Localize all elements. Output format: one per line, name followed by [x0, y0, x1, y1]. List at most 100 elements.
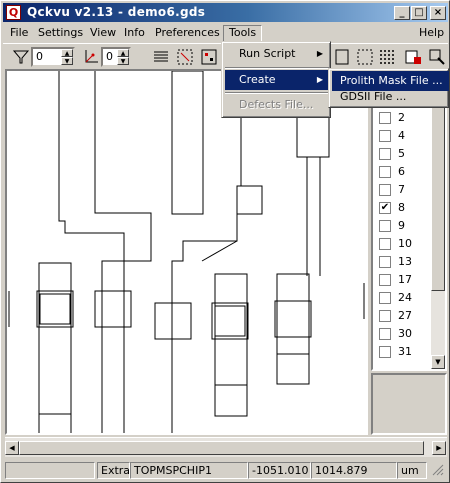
layer-row[interactable]: 4: [377, 127, 431, 145]
title-bar[interactable]: Q Qckvu v2.13 - demo6.gds _ □ ×: [3, 3, 448, 22]
layer-label: 27: [398, 309, 412, 322]
submenu-arrow-icon: ▶: [316, 75, 323, 84]
layer-checkbox[interactable]: [379, 238, 391, 250]
layer-row[interactable]: 6: [377, 163, 431, 181]
layer-panel: 2 4 5 6 7 ✔ 8 9 10 13 17 24 27 30 31 ▼: [371, 69, 447, 371]
layer-label: 10: [398, 237, 412, 250]
layer-scrollbar[interactable]: ▼: [431, 71, 445, 369]
layer-checkbox[interactable]: [379, 256, 391, 268]
layer-row[interactable]: 2: [377, 109, 431, 127]
dot-grid-icon[interactable]: [377, 47, 397, 67]
layer-checkbox[interactable]: ✔: [379, 202, 391, 214]
submenu-arrow-icon: ▶: [316, 49, 323, 58]
menu-separator: [225, 92, 329, 94]
layer-label: 9: [398, 219, 405, 232]
layer-row[interactable]: 17: [377, 271, 431, 289]
menu-view[interactable]: View: [85, 25, 121, 42]
spin-down-button[interactable]: ▼: [117, 57, 129, 65]
layer-checkbox[interactable]: [379, 130, 391, 142]
layer-row[interactable]: 13: [377, 253, 431, 271]
layer-checkbox[interactable]: [379, 310, 391, 322]
menu-file[interactable]: File: [5, 25, 33, 42]
layer-checkbox[interactable]: [379, 166, 391, 178]
minimize-button[interactable]: _: [394, 6, 410, 20]
layer-row[interactable]: 9: [377, 217, 431, 235]
layer-label: 17: [398, 273, 412, 286]
export-icon[interactable]: [403, 47, 423, 67]
horizontal-scrollbar[interactable]: ◀ ▶: [5, 437, 447, 457]
layer-checkbox[interactable]: [379, 274, 391, 286]
scroll-left-button[interactable]: ◀: [5, 441, 19, 455]
close-button[interactable]: ×: [430, 6, 446, 20]
layer-row[interactable]: 27: [377, 307, 431, 325]
spin-up-button[interactable]: ▲: [117, 49, 129, 57]
spinner-value: 0: [36, 50, 43, 63]
zoom-icon[interactable]: [427, 47, 447, 67]
layer-checkbox[interactable]: [379, 148, 391, 160]
layer-row[interactable]: 10: [377, 235, 431, 253]
menu-create-label: Create: [239, 73, 276, 86]
menu-run-script-label: Run Script: [239, 47, 296, 60]
menu-create[interactable]: Create ▶: [225, 70, 329, 90]
layer-row[interactable]: ✔ 8: [377, 199, 431, 217]
layers-icon[interactable]: [151, 47, 171, 67]
layer-label: 30: [398, 327, 412, 340]
layer-panel-footer: [371, 373, 447, 435]
axis-icon[interactable]: [81, 47, 101, 67]
spin-down-button[interactable]: ▼: [61, 57, 73, 65]
depth-spinner[interactable]: 0 ▲ ▼: [101, 47, 131, 67]
layer-label: 4: [398, 129, 405, 142]
menu-defects-file: Defects File...: [239, 98, 314, 111]
layout-canvas[interactable]: [5, 69, 368, 435]
layer-label: 8: [398, 201, 405, 214]
scroll-thumb[interactable]: [19, 441, 424, 455]
menu-settings[interactable]: Settings: [33, 25, 88, 42]
menu-preferences[interactable]: Preferences: [150, 25, 225, 42]
status-cell-name: TOPMSPCHIP1: [130, 462, 248, 479]
spinner-value: 0: [106, 50, 113, 63]
layer-label: 31: [398, 345, 412, 358]
layer-checkbox[interactable]: [379, 328, 391, 340]
spin-up-button[interactable]: ▲: [61, 49, 73, 57]
maximize-button[interactable]: □: [411, 6, 427, 20]
menu-help[interactable]: Help: [414, 25, 449, 42]
status-bar: Extra TOPMSPCHIP1 -1051.010 1014.879 um: [5, 461, 447, 480]
status-x-coord: -1051.010: [248, 462, 311, 479]
layer-label: 2: [398, 111, 405, 124]
box-icon[interactable]: [333, 47, 353, 67]
tools-menu: Run Script ▶ Create ▶ Defects File...: [221, 41, 331, 118]
status-y-coord: 1014.879: [311, 462, 397, 479]
create-submenu: Prolith Mask File ... GDSII File ...: [328, 68, 449, 108]
status-mode: Extra: [97, 462, 130, 479]
scroll-thumb[interactable]: [431, 79, 445, 291]
app-icon[interactable]: Q: [6, 5, 21, 20]
layer-checkbox[interactable]: [379, 346, 391, 358]
layer-checkbox[interactable]: [379, 292, 391, 304]
layer-checkbox[interactable]: [379, 220, 391, 232]
layout-geometry: [8, 71, 365, 433]
menu-run-script[interactable]: Run Script ▶: [225, 44, 329, 64]
net-select-icon[interactable]: [175, 47, 195, 67]
resize-grip-icon[interactable]: [427, 462, 445, 479]
layer-row[interactable]: 24: [377, 289, 431, 307]
grid-select-icon[interactable]: [199, 47, 219, 67]
layer-checkbox[interactable]: [379, 112, 391, 124]
menu-separator: [225, 67, 329, 69]
filter-icon[interactable]: [11, 47, 31, 67]
dashed-box-icon[interactable]: [355, 47, 375, 67]
layer-row[interactable]: 5: [377, 145, 431, 163]
layer-label: 13: [398, 255, 412, 268]
window-title: Qckvu v2.13 - demo6.gds: [27, 5, 206, 19]
menu-info[interactable]: Info: [119, 25, 150, 42]
layer-row[interactable]: 31: [377, 343, 431, 361]
scroll-down-button[interactable]: ▼: [431, 355, 445, 369]
layer-row[interactable]: 30: [377, 325, 431, 343]
menu-gdsii-file[interactable]: GDSII File ...: [332, 88, 449, 106]
menu-tools[interactable]: Tools: [223, 25, 263, 42]
layer-label: 7: [398, 183, 405, 196]
layer-checkbox[interactable]: [379, 184, 391, 196]
filter-level-spinner[interactable]: 0 ▲ ▼: [31, 47, 75, 67]
layer-label: 5: [398, 147, 405, 160]
scroll-right-button[interactable]: ▶: [432, 441, 446, 455]
layer-row[interactable]: 7: [377, 181, 431, 199]
